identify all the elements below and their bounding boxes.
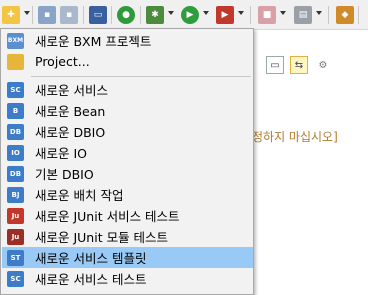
toolbar-separator [358, 6, 359, 24]
run-dropdown-arrow[interactable] [203, 11, 209, 15]
service-icon: SC [7, 81, 24, 98]
stop-icon[interactable]: ■ [258, 6, 276, 24]
debug-icon[interactable]: ✱ [146, 6, 164, 24]
package-icon[interactable]: ◆ [336, 6, 354, 24]
bxm-run-icon[interactable]: ● [117, 6, 135, 24]
editor-area: ▭ ⇆ ⚙ 정하지 마십시오] [252, 30, 368, 295]
junit-service-test-icon: Ju [7, 207, 24, 224]
menu-item-label: 새로운 JUnit 모듈 테스트 [35, 230, 169, 245]
link-editor-icon[interactable]: ⇆ [290, 56, 308, 74]
service-template-icon: ST [7, 249, 24, 266]
debug-dropdown-arrow[interactable] [168, 11, 174, 15]
toolbar-separator [250, 6, 251, 24]
menu-item-label: 새로운 서비스 테스트 [35, 272, 147, 287]
view-toolbar: ▭ ⇆ ⚙ [266, 56, 332, 74]
io-icon: IO [7, 144, 24, 161]
menu-item-label: 새로운 서비스 템플릿 [35, 251, 147, 266]
service-test-icon: SC [7, 270, 24, 287]
menu-item-new-junit-module-test[interactable]: Ju 새로운 JUnit 모듈 테스트 [2, 226, 253, 247]
external-tools-dropdown-arrow[interactable] [238, 11, 244, 15]
dbio-icon: DB [7, 123, 24, 140]
external-tools-icon[interactable]: ▶ [216, 6, 234, 24]
menu-item-label: 새로운 Bean [35, 104, 106, 119]
new-wizard-menu: BXM 새로운 BXM 프로젝트 Project... SC 새로운 서비스 B… [0, 28, 254, 295]
toolbar-separator [111, 6, 112, 24]
menu-item-label: 새로운 BXM 프로젝트 [35, 34, 152, 49]
editor-hint-text: 정하지 마십시오] [252, 130, 338, 144]
new-wizard-icon[interactable]: ✚ [2, 6, 20, 24]
open-perspective-icon[interactable]: ▤ [294, 6, 312, 24]
menu-item-new-io[interactable]: IO 새로운 IO [2, 142, 253, 163]
stop-dropdown-arrow[interactable] [280, 11, 286, 15]
menu-separator [31, 76, 251, 77]
default-dbio-icon: DB [7, 165, 24, 182]
menu-item-default-dbio[interactable]: DB 기본 DBIO [2, 163, 253, 184]
menu-item-label: 새로운 DBIO [35, 125, 106, 140]
menu-item-new-bean[interactable]: B 새로운 Bean [2, 100, 253, 121]
toolbar-separator [83, 6, 84, 24]
project-icon [7, 53, 24, 70]
toolbar-separator [32, 6, 33, 24]
save-icon[interactable]: ▪ [38, 6, 56, 24]
bxm-project-icon: BXM [7, 32, 24, 49]
menu-item-label: Project... [35, 54, 90, 69]
main-toolbar: ✚ ▪ ▪ ▭ ● ✱ ▶ ▶ ■ ▤ ◆ [0, 0, 368, 30]
menu-item-label: 새로운 IO [35, 146, 87, 161]
menu-item-new-service[interactable]: SC 새로운 서비스 [2, 79, 253, 100]
menu-item-new-bxm-project[interactable]: BXM 새로운 BXM 프로젝트 [2, 30, 253, 51]
menu-item-new-service-test[interactable]: SC 새로운 서비스 테스트 [2, 268, 253, 289]
menu-item-label: 새로운 배치 작업 [35, 188, 124, 203]
menu-item-project[interactable]: Project... [2, 51, 253, 72]
properties-icon[interactable]: ⚙ [314, 56, 332, 74]
menu-item-new-service-template[interactable]: ST 새로운 서비스 템플릿 [2, 247, 253, 268]
junit-module-test-icon: Ju [7, 228, 24, 245]
menu-item-label: 기본 DBIO [35, 167, 94, 182]
toolbar-separator [140, 6, 141, 24]
layout-icon[interactable]: ▭ [266, 56, 284, 74]
console-icon[interactable]: ▭ [89, 6, 107, 24]
batch-job-icon: BJ [7, 186, 24, 203]
new-wizard-dropdown-arrow[interactable] [24, 11, 30, 15]
menu-item-label: 새로운 서비스 [35, 83, 108, 98]
menu-item-new-junit-service-test[interactable]: Ju 새로운 JUnit 서비스 테스트 [2, 205, 253, 226]
save-all-icon[interactable]: ▪ [60, 6, 78, 24]
bean-icon: B [7, 102, 24, 119]
menu-item-label: 새로운 JUnit 서비스 테스트 [35, 209, 180, 224]
toolbar-separator [328, 6, 329, 24]
run-icon[interactable]: ▶ [181, 6, 199, 24]
perspective-dropdown-arrow[interactable] [316, 11, 322, 15]
menu-item-new-dbio[interactable]: DB 새로운 DBIO [2, 121, 253, 142]
menu-item-new-batch-job[interactable]: BJ 새로운 배치 작업 [2, 184, 253, 205]
